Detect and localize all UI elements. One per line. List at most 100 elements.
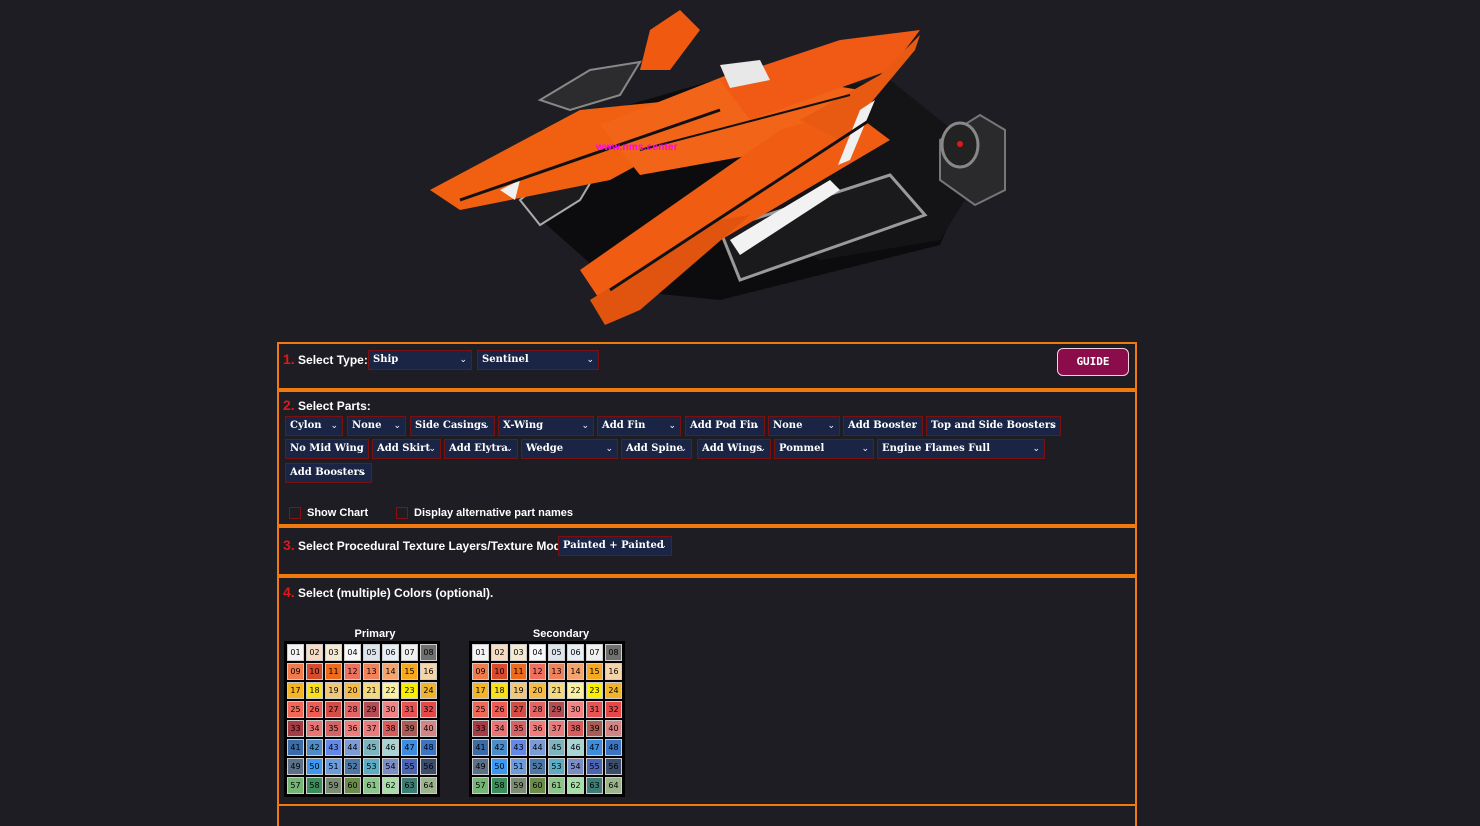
secondary-color-swatch[interactable]: 55 — [586, 758, 603, 775]
secondary-color-swatch[interactable]: 43 — [510, 739, 527, 756]
secondary-color-swatch[interactable]: 16 — [605, 663, 622, 680]
part-select[interactable]: Engine Flames Full ⌄ — [877, 439, 1045, 459]
primary-color-swatch[interactable]: 49 — [287, 758, 304, 775]
secondary-color-swatch[interactable]: 42 — [491, 739, 508, 756]
secondary-color-swatch[interactable]: 12 — [529, 663, 546, 680]
primary-color-swatch[interactable]: 16 — [420, 663, 437, 680]
secondary-color-swatch[interactable]: 33 — [472, 720, 489, 737]
secondary-color-swatch[interactable]: 30 — [567, 701, 584, 718]
primary-color-swatch[interactable]: 07 — [401, 644, 418, 661]
secondary-color-swatch[interactable]: 07 — [586, 644, 603, 661]
primary-color-swatch[interactable]: 13 — [363, 663, 380, 680]
primary-color-swatch[interactable]: 32 — [420, 701, 437, 718]
secondary-color-swatch[interactable]: 61 — [548, 777, 565, 794]
primary-color-swatch[interactable]: 24 — [420, 682, 437, 699]
secondary-color-swatch[interactable]: 36 — [529, 720, 546, 737]
secondary-color-swatch[interactable]: 17 — [472, 682, 489, 699]
primary-color-swatch[interactable]: 51 — [325, 758, 342, 775]
secondary-color-swatch[interactable]: 40 — [605, 720, 622, 737]
secondary-color-swatch[interactable]: 05 — [548, 644, 565, 661]
secondary-color-swatch[interactable]: 37 — [548, 720, 565, 737]
secondary-color-swatch[interactable]: 03 — [510, 644, 527, 661]
secondary-color-swatch[interactable]: 64 — [605, 777, 622, 794]
secondary-color-swatch[interactable]: 14 — [567, 663, 584, 680]
primary-color-swatch[interactable]: 03 — [325, 644, 342, 661]
secondary-color-swatch[interactable]: 35 — [510, 720, 527, 737]
primary-color-swatch[interactable]: 36 — [344, 720, 361, 737]
secondary-color-swatch[interactable]: 58 — [491, 777, 508, 794]
primary-color-swatch[interactable]: 47 — [401, 739, 418, 756]
primary-color-swatch[interactable]: 18 — [306, 682, 323, 699]
secondary-color-swatch[interactable]: 29 — [548, 701, 565, 718]
primary-color-swatch[interactable]: 45 — [363, 739, 380, 756]
secondary-color-swatch[interactable]: 28 — [529, 701, 546, 718]
primary-color-swatch[interactable]: 59 — [325, 777, 342, 794]
secondary-color-swatch[interactable]: 15 — [586, 663, 603, 680]
part-select[interactable]: Add Skirt ⌄ — [372, 439, 441, 459]
primary-color-swatch[interactable]: 44 — [344, 739, 361, 756]
secondary-color-swatch[interactable]: 44 — [529, 739, 546, 756]
secondary-color-swatch[interactable]: 20 — [529, 682, 546, 699]
alt-names-checkbox[interactable] — [396, 507, 408, 519]
secondary-color-swatch[interactable]: 54 — [567, 758, 584, 775]
secondary-color-swatch[interactable]: 25 — [472, 701, 489, 718]
primary-color-swatch[interactable]: 20 — [344, 682, 361, 699]
secondary-color-swatch[interactable]: 31 — [586, 701, 603, 718]
guide-button[interactable]: GUIDE — [1057, 348, 1129, 376]
primary-color-swatch[interactable]: 04 — [344, 644, 361, 661]
primary-color-swatch[interactable]: 63 — [401, 777, 418, 794]
primary-color-swatch[interactable]: 39 — [401, 720, 418, 737]
primary-color-swatch[interactable]: 29 — [363, 701, 380, 718]
part-select[interactable]: Top and Side Boosters ⌄ — [926, 416, 1061, 436]
secondary-color-swatch[interactable]: 09 — [472, 663, 489, 680]
secondary-color-swatch[interactable]: 19 — [510, 682, 527, 699]
secondary-color-swatch[interactable]: 10 — [491, 663, 508, 680]
primary-color-swatch[interactable]: 43 — [325, 739, 342, 756]
secondary-color-swatch[interactable]: 60 — [529, 777, 546, 794]
primary-color-swatch[interactable]: 25 — [287, 701, 304, 718]
primary-color-swatch[interactable]: 61 — [363, 777, 380, 794]
primary-color-swatch[interactable]: 50 — [306, 758, 323, 775]
part-select[interactable]: Add Pod Fin ⌄ — [685, 416, 765, 436]
primary-color-swatch[interactable]: 53 — [363, 758, 380, 775]
primary-color-swatch[interactable]: 46 — [382, 739, 399, 756]
secondary-color-swatch[interactable]: 26 — [491, 701, 508, 718]
primary-color-swatch[interactable]: 08 — [420, 644, 437, 661]
primary-color-swatch[interactable]: 34 — [306, 720, 323, 737]
secondary-color-swatch[interactable]: 18 — [491, 682, 508, 699]
part-select[interactable]: Add Fin ⌄ — [597, 416, 681, 436]
primary-color-swatch[interactable]: 19 — [325, 682, 342, 699]
primary-color-swatch[interactable]: 41 — [287, 739, 304, 756]
secondary-color-swatch[interactable]: 45 — [548, 739, 565, 756]
primary-color-swatch[interactable]: 52 — [344, 758, 361, 775]
secondary-color-swatch[interactable]: 47 — [586, 739, 603, 756]
part-select[interactable]: None ⌄ — [768, 416, 840, 436]
secondary-color-swatch[interactable]: 38 — [567, 720, 584, 737]
secondary-color-swatch[interactable]: 13 — [548, 663, 565, 680]
secondary-color-swatch[interactable]: 04 — [529, 644, 546, 661]
secondary-color-swatch[interactable]: 06 — [567, 644, 584, 661]
secondary-color-swatch[interactable]: 11 — [510, 663, 527, 680]
primary-color-swatch[interactable]: 06 — [382, 644, 399, 661]
part-select[interactable]: Side Casings ⌄ — [410, 416, 495, 436]
primary-color-swatch[interactable]: 05 — [363, 644, 380, 661]
part-select[interactable]: Wedge ⌄ — [521, 439, 618, 459]
secondary-color-swatch[interactable]: 32 — [605, 701, 622, 718]
secondary-color-swatch[interactable]: 01 — [472, 644, 489, 661]
secondary-color-swatch[interactable]: 57 — [472, 777, 489, 794]
secondary-color-swatch[interactable]: 46 — [567, 739, 584, 756]
secondary-color-swatch[interactable]: 52 — [529, 758, 546, 775]
primary-color-swatch[interactable]: 14 — [382, 663, 399, 680]
secondary-color-swatch[interactable]: 48 — [605, 739, 622, 756]
part-select[interactable]: X-Wing ⌄ — [498, 416, 594, 436]
secondary-color-swatch[interactable]: 56 — [605, 758, 622, 775]
part-select[interactable]: Cylon ⌄ — [285, 416, 343, 436]
secondary-color-swatch[interactable]: 23 — [586, 682, 603, 699]
secondary-color-swatch[interactable]: 39 — [586, 720, 603, 737]
primary-color-swatch[interactable]: 55 — [401, 758, 418, 775]
secondary-color-swatch[interactable]: 08 — [605, 644, 622, 661]
secondary-color-swatch[interactable]: 49 — [472, 758, 489, 775]
subtype-select[interactable]: Sentinel ⌄ — [477, 350, 599, 370]
primary-color-swatch[interactable]: 62 — [382, 777, 399, 794]
part-select[interactable]: Add Elytra ⌄ — [444, 439, 518, 459]
